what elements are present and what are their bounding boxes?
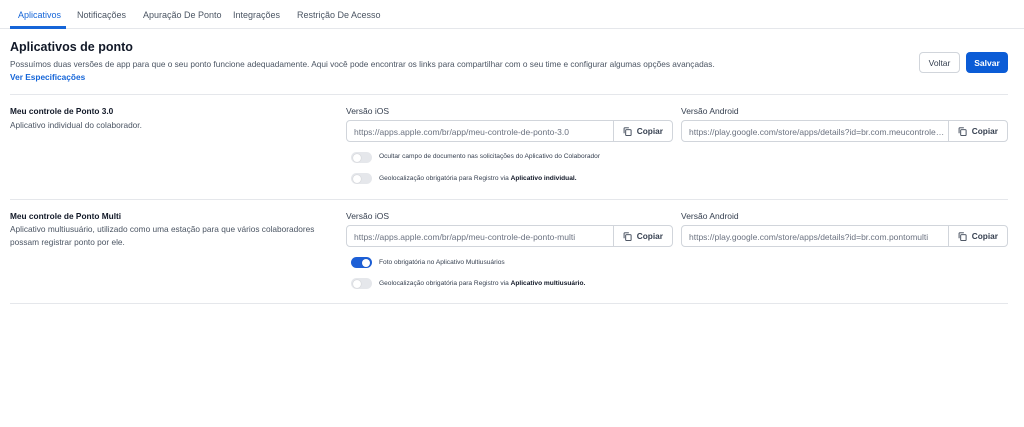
ios-label: Versão iOS	[346, 211, 389, 221]
ios-url-text: https://apps.apple.com/br/app/meu-contro…	[354, 232, 576, 242]
android-label: Versão Android	[681, 106, 739, 116]
android-label: Versão Android	[681, 211, 739, 221]
active-tab-indicator	[10, 26, 66, 29]
photo-required-toggle[interactable]	[351, 257, 372, 268]
page-description: Possuímos duas versões de app para que o…	[10, 59, 715, 69]
toggle-label: Ocultar campo de documento nas solicitaç…	[379, 153, 601, 160]
ios-url-text: https://apps.apple.com/br/app/meu-contro…	[354, 127, 569, 137]
section-title: Meu controle de Ponto 3.0	[10, 106, 114, 116]
section-title: Meu controle de Ponto Multi	[10, 211, 122, 221]
geolocation-multiuser-toggle[interactable]	[351, 278, 372, 289]
section-description: Aplicativo individual do colaborador.	[10, 120, 142, 130]
back-button[interactable]: Voltar	[919, 52, 960, 73]
copy-label: Copiar	[636, 231, 663, 241]
page-title: Aplicativos de ponto	[10, 40, 133, 54]
android-url-field[interactable]: https://play.google.com/store/apps/detai…	[681, 225, 1008, 247]
divider	[10, 303, 1008, 304]
tab-notificacoes[interactable]: Notificações	[77, 10, 126, 20]
android-url-field[interactable]: https://play.google.com/store/apps/detai…	[681, 120, 1008, 142]
toggle-label: Foto obrigatória no Aplicativo Multiusuá…	[379, 259, 505, 266]
ios-label: Versão iOS	[346, 106, 389, 116]
copy-icon	[623, 126, 632, 136]
divider	[10, 94, 1008, 95]
copy-button[interactable]: Copiar	[947, 121, 1007, 141]
copy-label: Copiar	[971, 231, 998, 241]
copy-icon	[623, 231, 632, 241]
toggle-label: Geolocalização obrigatória para Registro…	[379, 175, 577, 182]
android-url-text: https://play.google.com/store/apps/detai…	[689, 232, 929, 242]
copy-label: Copiar	[636, 126, 663, 136]
ios-url-field[interactable]: https://apps.apple.com/br/app/meu-contro…	[346, 225, 673, 247]
copy-icon	[958, 231, 967, 241]
tab-aplicativos[interactable]: Aplicativos	[18, 10, 61, 20]
tab-apuracao-de-ponto[interactable]: Apuração De Ponto	[143, 10, 222, 20]
tab-bar: Aplicativos Notificações Apuração De Pon…	[0, 0, 1024, 29]
geolocation-individual-toggle[interactable]	[351, 173, 372, 184]
copy-button[interactable]: Copiar	[612, 226, 672, 246]
tab-integracoes[interactable]: Integrações	[233, 10, 280, 20]
spec-link[interactable]: Ver Especificações	[10, 72, 85, 82]
divider	[10, 199, 1008, 200]
copy-label: Copiar	[971, 126, 998, 136]
toggle-label: Geolocalização obrigatória para Registro…	[379, 280, 586, 287]
android-url-text: https://play.google.com/store/apps/detai…	[689, 127, 947, 137]
tab-restricao-de-acesso[interactable]: Restrição De Acesso	[297, 10, 381, 20]
hide-document-toggle[interactable]	[351, 152, 372, 163]
copy-button[interactable]: Copiar	[612, 121, 672, 141]
ios-url-field[interactable]: https://apps.apple.com/br/app/meu-contro…	[346, 120, 673, 142]
save-button[interactable]: Salvar	[966, 52, 1008, 73]
copy-button[interactable]: Copiar	[947, 226, 1007, 246]
copy-icon	[958, 126, 967, 136]
section-description: Aplicativo multiusuário, utilizado como …	[10, 224, 315, 247]
